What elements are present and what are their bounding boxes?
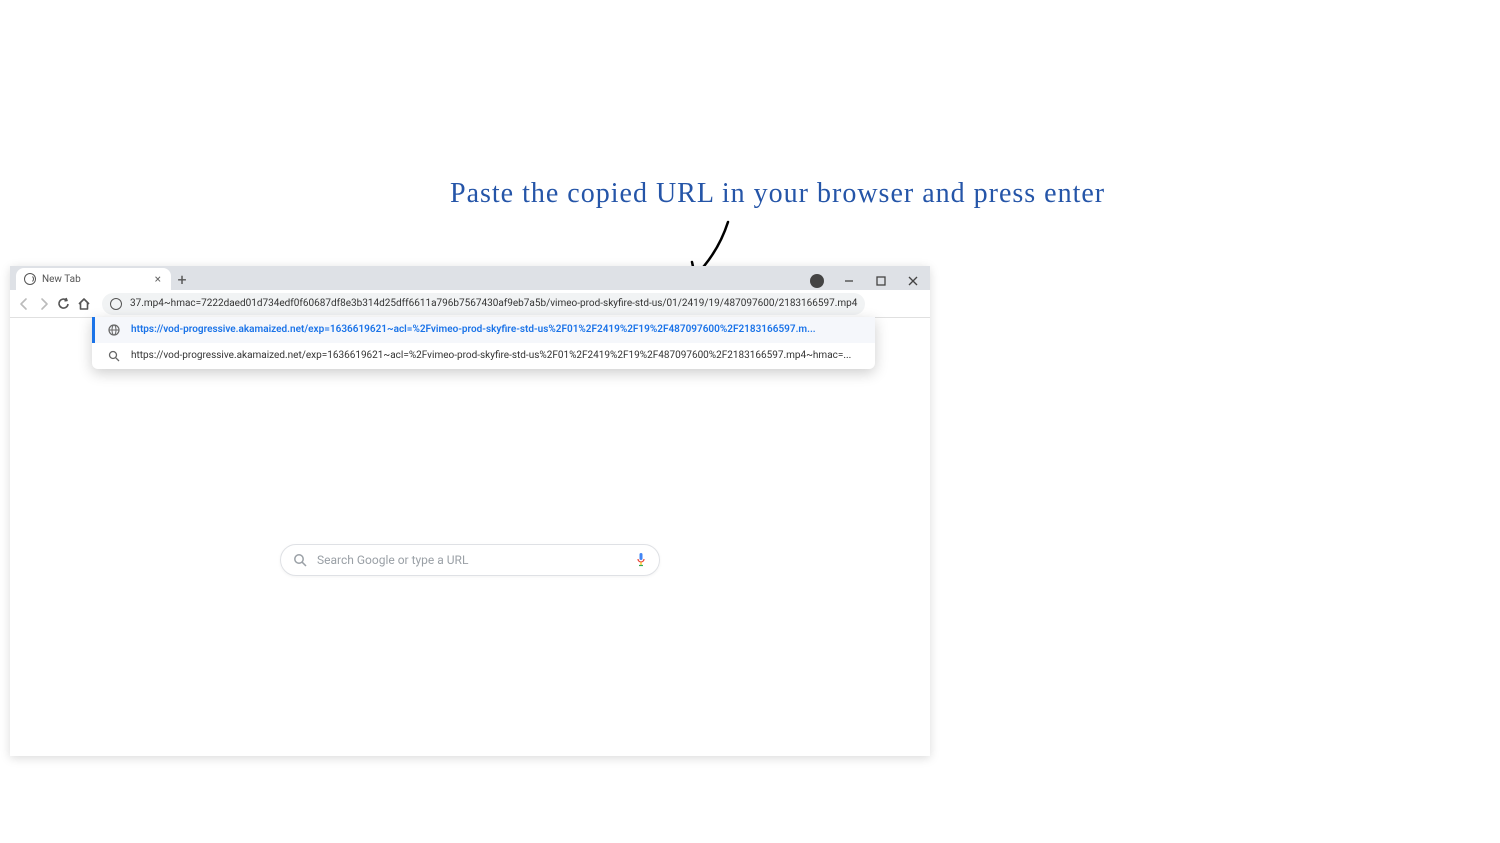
globe-icon bbox=[110, 298, 122, 310]
toolbar: 37.mp4~hmac=7222daed01d734edf0f60687df8e… bbox=[10, 290, 930, 318]
home-icon[interactable] bbox=[76, 294, 92, 314]
tab-new-tab[interactable]: New Tab × bbox=[16, 268, 171, 290]
browser-content: Search Google or type a URL bbox=[10, 318, 930, 756]
omnibox-dropdown: https://vod-progressive.akamaized.net/ex… bbox=[92, 317, 875, 369]
google-search-box[interactable]: Search Google or type a URL bbox=[280, 544, 660, 576]
tab-strip: New Tab × + bbox=[10, 266, 930, 290]
search-placeholder: Search Google or type a URL bbox=[317, 553, 635, 567]
search-icon bbox=[107, 349, 121, 363]
suggestion-text: https://vod-progressive.akamaized.net/ex… bbox=[131, 350, 851, 361]
window-controls bbox=[808, 272, 922, 290]
instruction-annotation: Paste the copied URL in your browser and… bbox=[450, 178, 1105, 210]
browser-window: New Tab × + bbox=[10, 266, 930, 756]
forward-icon[interactable] bbox=[36, 294, 52, 314]
close-icon[interactable]: × bbox=[153, 272, 163, 286]
omnibox-value: 37.mp4~hmac=7222daed01d734edf0f60687df8e… bbox=[130, 298, 857, 309]
account-icon[interactable] bbox=[808, 272, 826, 290]
globe-icon bbox=[24, 273, 36, 285]
reload-icon[interactable] bbox=[56, 294, 72, 314]
close-window-icon[interactable] bbox=[904, 272, 922, 290]
voice-search-icon[interactable] bbox=[635, 552, 647, 568]
suggestion-item[interactable]: https://vod-progressive.akamaized.net/ex… bbox=[92, 343, 875, 369]
suggestion-item[interactable]: https://vod-progressive.akamaized.net/ex… bbox=[92, 317, 875, 343]
maximize-icon[interactable] bbox=[872, 272, 890, 290]
suggestion-text: https://vod-progressive.akamaized.net/ex… bbox=[131, 324, 816, 335]
tab-title: New Tab bbox=[42, 274, 153, 285]
globe-icon bbox=[107, 323, 121, 337]
minimize-icon[interactable] bbox=[840, 272, 858, 290]
omnibox-wrapper: 37.mp4~hmac=7222daed01d734edf0f60687df8e… bbox=[102, 293, 865, 315]
back-icon[interactable] bbox=[16, 294, 32, 314]
omnibox[interactable]: 37.mp4~hmac=7222daed01d734edf0f60687df8e… bbox=[102, 293, 865, 315]
search-icon bbox=[293, 553, 307, 567]
new-tab-button[interactable]: + bbox=[171, 268, 193, 290]
